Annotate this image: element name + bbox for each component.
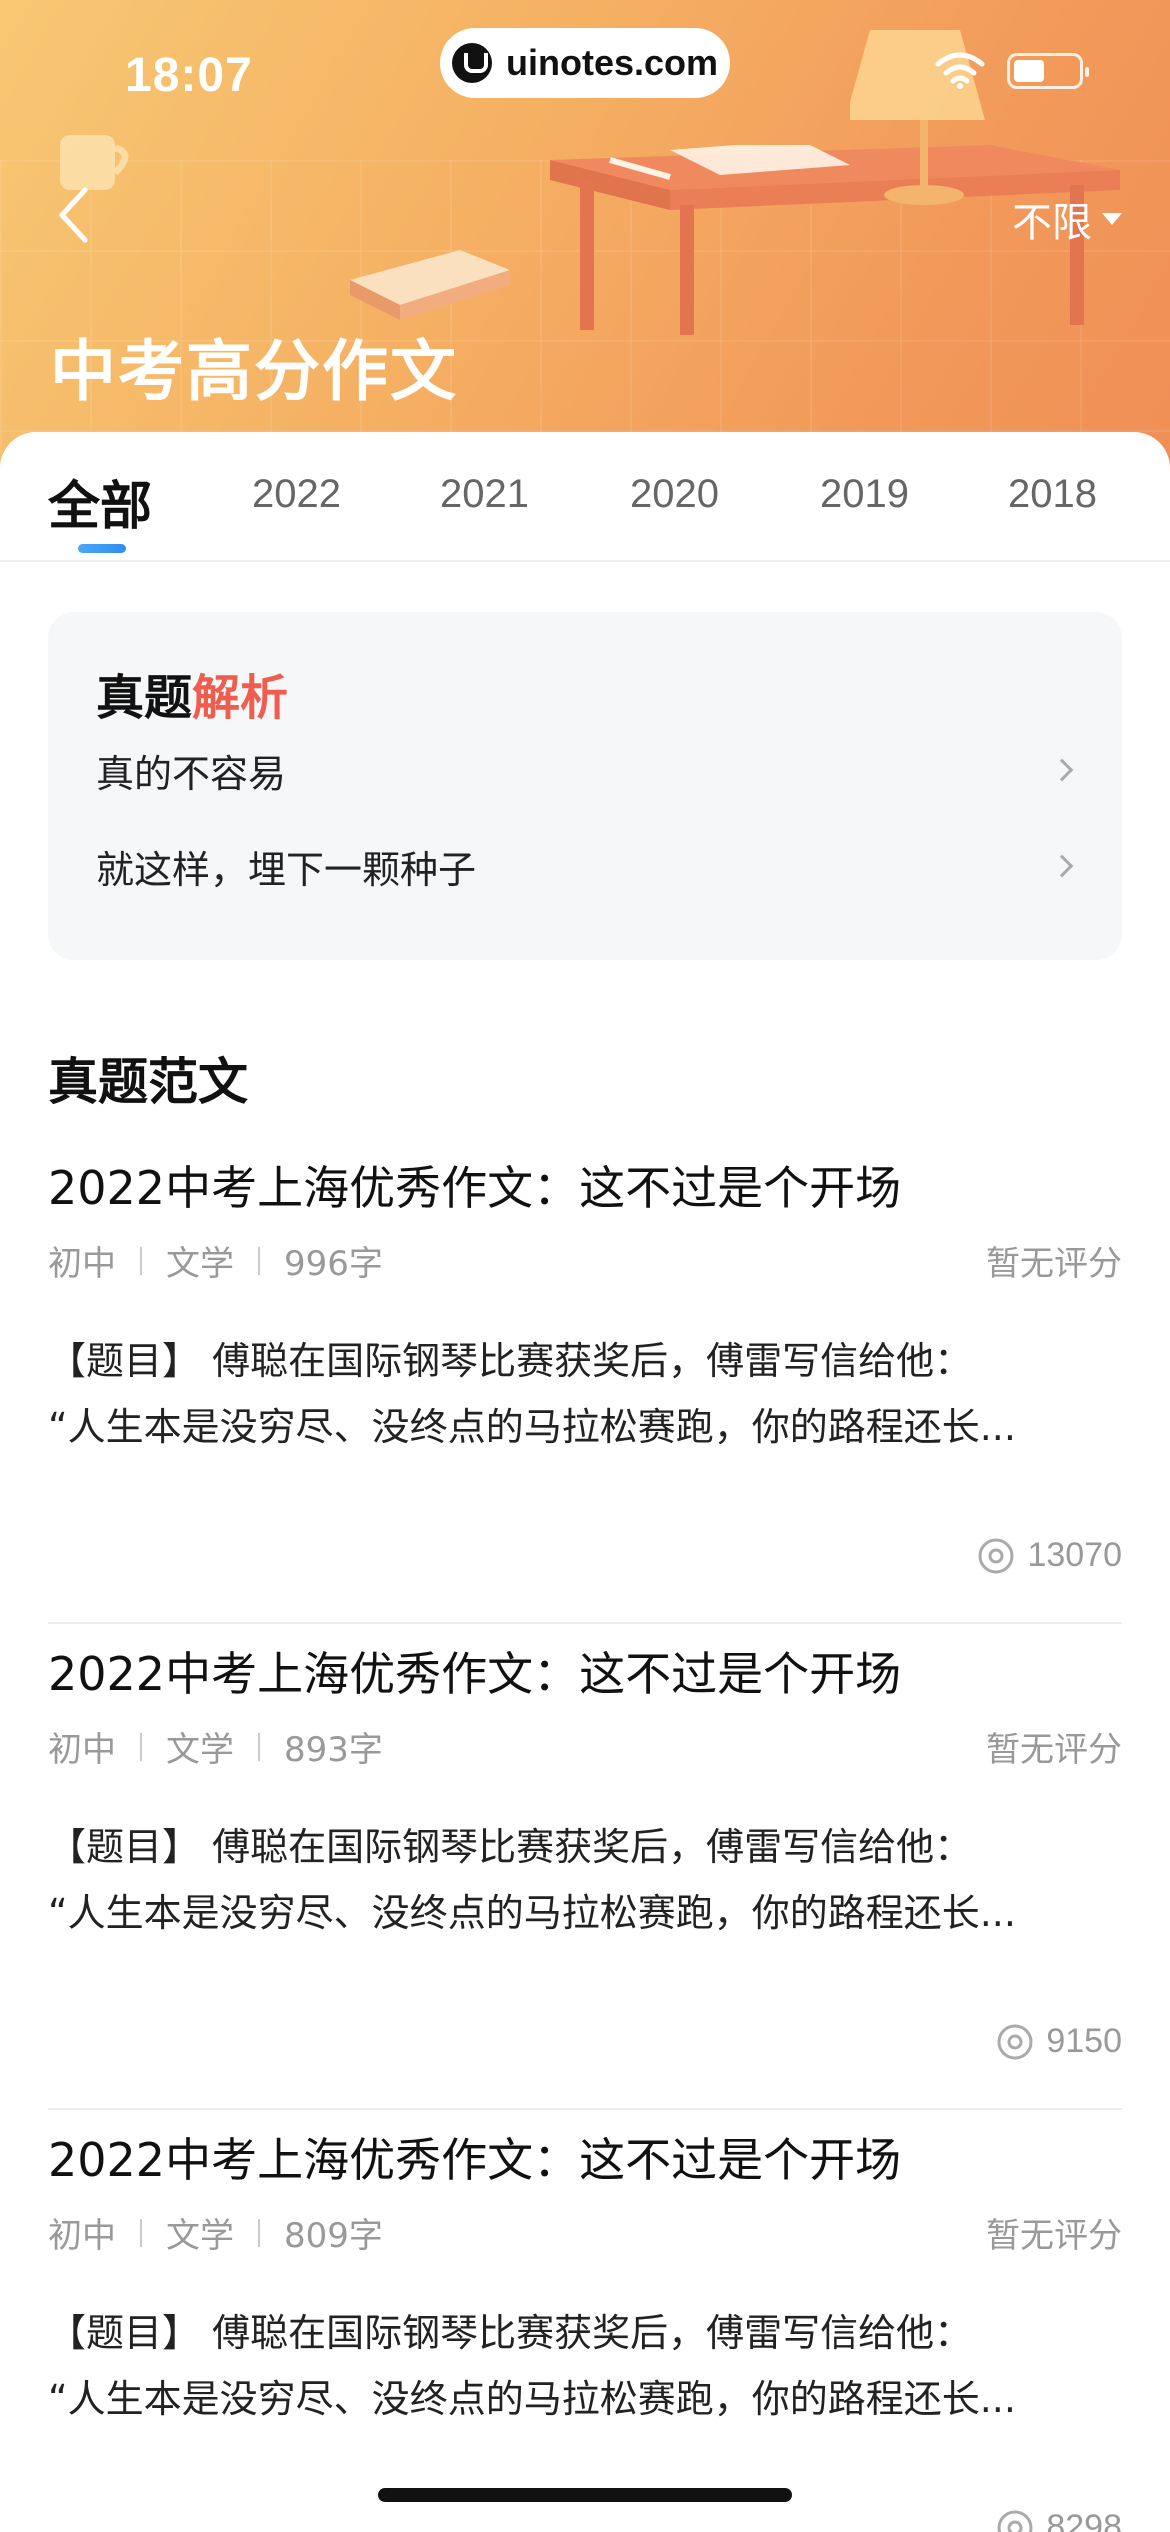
essay-genre: 文学 [166,1244,234,1284]
tab-2018[interactable]: 2018 [1008,472,1097,517]
essay-title: 2022中考上海优秀作文：这不过是个开场 [48,1647,902,1701]
wifi-icon [935,52,985,89]
chevron-right-icon [1050,758,1074,782]
view-count: 8298 [1046,2508,1122,2532]
essay-level: 初中 [48,2216,116,2256]
essay-title: 2022中考上海优秀作文：这不过是个开场 [48,2133,902,2187]
analysis-item-label: 就这样，埋下一颗种子 [96,847,477,892]
analysis-card: 真题解析 真的不容易 就这样，埋下一颗种子 [48,612,1122,960]
essay-card[interactable]: 2022中考上海优秀作文：这不过是个开场 初中 文学 996字 暂无评分 【题目… [48,1152,1122,1638]
active-tab-indicator [78,544,126,553]
dropdown-triangle-icon [1102,213,1122,225]
excerpt-line: “人生本是没穷尽、没终点的马拉松赛跑，你的路程还长... [48,1891,1016,1935]
essay-genre: 文学 [166,2216,234,2256]
page-title: 中考高分作文 [50,333,458,410]
year-tabs: 全部 2022 2021 2020 2019 2018 [0,432,1170,562]
watermark-text: uinotes.com [505,42,719,83]
view-count: 9150 [1046,2022,1122,2060]
watermark-pill: uinotes.com [440,28,730,98]
essay-title: 2022中考上海优秀作文：这不过是个开场 [48,1161,902,1215]
tab-all[interactable]: 全部 [48,464,152,539]
essay-level: 初中 [48,1730,116,1770]
filter-dropdown[interactable]: 不限 [1012,190,1122,248]
excerpt-line: 【题目】 傅聪在国际钢琴比赛获奖后，傅雷写信给他： [48,1825,973,1869]
analysis-heading: 真题解析 [96,658,288,728]
meta-separator [258,1732,260,1761]
essay-rating: 暂无评分 [986,1244,1122,1284]
section-title: 真题范文 [48,1053,248,1111]
analysis-heading-main: 真题 [96,670,193,726]
essay-meta: 初中 文学 893字 [48,1722,383,1771]
card-divider [48,1622,1122,1624]
tab-2021[interactable]: 2021 [440,472,529,517]
excerpt-line: “人生本是没穷尽、没终点的马拉松赛跑，你的路程还长... [48,2377,1016,2421]
status-icons [935,52,1089,90]
chevron-right-icon [1050,854,1074,878]
essay-views: 13070 [977,1536,1122,1575]
back-arrow-icon[interactable] [50,180,100,250]
essay-level: 初中 [48,1244,116,1284]
essay-card[interactable]: 2022中考上海优秀作文：这不过是个开场 初中 文学 809字 暂无评分 【题目… [48,2124,1122,2532]
filter-label: 不限 [1012,200,1092,246]
tab-2022[interactable]: 2022 [252,472,341,517]
analysis-item[interactable]: 就这样，埋下一颗种子 [96,836,1076,896]
excerpt-line: 【题目】 傅聪在国际钢琴比赛获奖后，傅雷写信给他： [48,2311,973,2355]
card-divider [48,2108,1122,2110]
excerpt-line: 【题目】 傅聪在国际钢琴比赛获奖后，傅雷写信给他： [48,1339,973,1383]
content-sheet: 全部 2022 2021 2020 2019 2018 真题解析 真的不容易 就… [0,432,1170,2532]
essay-excerpt: 【题目】 傅聪在国际钢琴比赛获奖后，傅雷写信给他： “人生本是没穷尽、没终点的马… [48,1814,1122,1946]
essay-views: 9150 [996,2022,1122,2061]
excerpt-line: “人生本是没穷尽、没终点的马拉松赛跑，你的路程还长... [48,1405,1016,1449]
essay-rating: 暂无评分 [986,1730,1122,1770]
watermark-logo-icon [451,43,492,83]
meta-separator [258,2218,260,2247]
essay-meta: 初中 文学 996字 [48,1236,383,1285]
tab-2020[interactable]: 2020 [630,472,719,517]
status-time: 18:07 [125,49,253,102]
essay-excerpt: 【题目】 傅聪在国际钢琴比赛获奖后，傅雷写信给他： “人生本是没穷尽、没终点的马… [48,1328,1122,1460]
view-count: 13070 [1027,1536,1122,1574]
essay-word-count: 809字 [284,2216,383,2256]
tab-2019[interactable]: 2019 [820,472,909,517]
meta-separator [140,1732,142,1761]
meta-separator [258,1246,260,1275]
book-illustration [350,250,510,320]
meta-separator [140,2218,142,2247]
analysis-item[interactable]: 真的不容易 [96,740,1076,800]
essay-card[interactable]: 2022中考上海优秀作文：这不过是个开场 初中 文学 893字 暂无评分 【题目… [48,1638,1122,2124]
essay-excerpt: 【题目】 傅聪在国际钢琴比赛获奖后，傅雷写信给他： “人生本是没穷尽、没终点的马… [48,2300,1122,2432]
eye-icon [997,2510,1033,2532]
eye-icon [978,1538,1014,1573]
essay-word-count: 893字 [284,1730,383,1770]
lamp-illustration [850,30,985,205]
meta-separator [140,1246,142,1275]
essay-rating: 暂无评分 [986,2216,1122,2256]
battery-icon [1007,53,1089,89]
essay-meta: 初中 文学 809字 [48,2208,383,2257]
essay-word-count: 996字 [284,1244,383,1284]
essay-views: 8298 [996,2508,1122,2532]
analysis-heading-accent: 解析 [192,670,289,726]
home-indicator[interactable] [378,2488,792,2502]
header-banner: 18:07 uinotes.com 不限 中考高分作文 [0,0,1170,470]
eye-icon [997,2024,1033,2059]
essay-genre: 文学 [166,1730,234,1770]
analysis-item-label: 真的不容易 [96,751,287,796]
